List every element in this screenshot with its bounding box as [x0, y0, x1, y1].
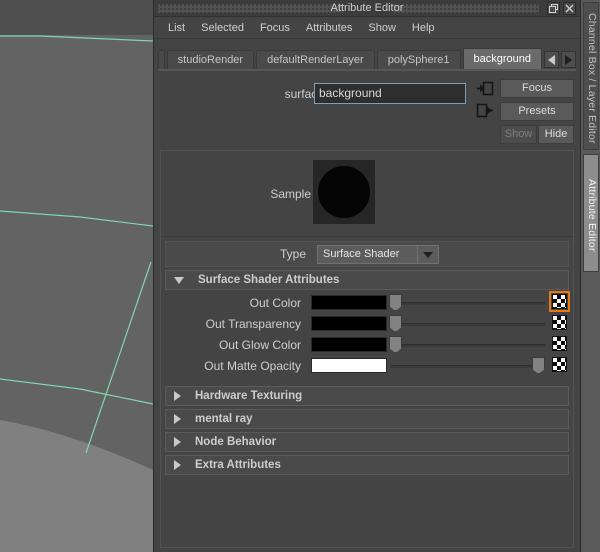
out-transparency-slider-handle[interactable] — [389, 315, 402, 332]
out-color-swatch[interactable] — [311, 295, 387, 310]
tab-studioRender[interactable]: studioRender — [166, 50, 255, 69]
sample-label: Sample — [270, 187, 311, 201]
attr-row-out-color: Out Color — [165, 291, 570, 312]
chevron-down-icon[interactable] — [417, 245, 439, 264]
3d-viewport[interactable] — [0, 0, 153, 552]
tab-scroll-controls — [544, 51, 576, 69]
node-name-input[interactable]: background — [314, 83, 466, 104]
sample-sphere-preview — [318, 166, 370, 218]
sample-block: Sample — [161, 151, 573, 237]
window-titlebar[interactable]: Attribute Editor — [154, 0, 580, 17]
checker-map-icon[interactable] — [552, 357, 567, 372]
app-root: Attribute Editor List Selected Focus Att… — [0, 0, 600, 552]
out-transparency-slider-track[interactable] — [391, 323, 545, 326]
tab-overflow-stub[interactable] — [158, 50, 165, 69]
menubar: List Selected Focus Attributes Show Help — [154, 17, 580, 39]
out-transparency-swatch[interactable] — [311, 316, 387, 331]
menu-item-selected[interactable]: Selected — [193, 20, 252, 36]
focus-button[interactable]: Focus — [500, 79, 574, 98]
menu-item-attributes[interactable]: Attributes — [298, 20, 360, 36]
attr-row-out-matte-opacity: Out Matte Opacity — [165, 356, 569, 375]
tab-background[interactable]: background — [462, 48, 542, 69]
section-node-behavior[interactable]: Node Behavior — [165, 432, 569, 452]
show-button[interactable]: Show — [500, 125, 537, 144]
checker-map-icon[interactable] — [549, 291, 570, 312]
tab-polySphere1[interactable]: polySphere1 — [376, 50, 461, 69]
connection-input-icon[interactable] — [476, 81, 494, 97]
out-transparency-label: Out Transparency — [205, 317, 301, 331]
out-color-slider-track[interactable] — [391, 302, 545, 305]
connection-output-icon[interactable] — [476, 103, 494, 119]
hide-button[interactable]: Hide — [538, 125, 574, 144]
chevron-right-icon[interactable] — [561, 51, 576, 68]
section-title: Surface Shader Attributes — [198, 274, 340, 286]
section-title: Node Behavior — [195, 436, 277, 448]
out-matte-opacity-label: Out Matte Opacity — [204, 359, 301, 373]
presets-button[interactable]: Presets — [500, 102, 574, 121]
triangle-down-icon — [174, 276, 184, 284]
vertical-tab-attribute-editor[interactable]: Attribute Editor — [583, 154, 599, 272]
tab-defaultRenderLayer[interactable]: defaultRenderLayer — [256, 50, 375, 69]
section-title: mental ray — [195, 413, 253, 425]
menu-item-show[interactable]: Show — [360, 20, 404, 36]
triangle-right-icon — [174, 437, 181, 447]
section-title: Hardware Texturing — [195, 390, 303, 402]
section-surface-shader-attributes[interactable]: Surface Shader Attributes — [165, 270, 569, 290]
out-glow-color-label: Out Glow Color — [218, 338, 301, 352]
attr-row-out-glow-color: Out Glow Color — [165, 335, 569, 354]
out-color-slider-handle[interactable] — [389, 294, 402, 311]
viewport-wireframe — [0, 35, 153, 552]
section-extra-attributes[interactable]: Extra Attributes — [165, 455, 569, 475]
section-hardware-texturing[interactable]: Hardware Texturing — [165, 386, 569, 406]
out-matte-opacity-slider-track[interactable] — [391, 365, 545, 368]
out-matte-opacity-slider-handle[interactable] — [532, 357, 545, 374]
menu-item-focus[interactable]: Focus — [252, 20, 298, 36]
window-title: Attribute Editor — [330, 2, 404, 14]
out-glow-color-slider-handle[interactable] — [389, 336, 402, 353]
attribute-content-panel: Sample Type Surface Shader Surface Shade… — [160, 150, 574, 548]
attr-row-out-transparency: Out Transparency — [165, 314, 569, 333]
close-icon[interactable] — [563, 2, 576, 15]
out-matte-opacity-swatch[interactable] — [311, 358, 387, 373]
out-color-label: Out Color — [249, 296, 301, 310]
type-label: Type — [279, 247, 306, 261]
out-glow-color-slider-track[interactable] — [391, 344, 545, 347]
triangle-right-icon — [174, 391, 181, 401]
section-mental-ray[interactable]: mental ray — [165, 409, 569, 429]
menu-item-help[interactable]: Help — [404, 20, 443, 36]
triangle-right-icon — [174, 460, 181, 470]
restore-icon[interactable] — [547, 2, 560, 15]
vertical-tab-channel-box[interactable]: Channel Box / Layer Editor — [583, 2, 599, 150]
attribute-editor-window: Attribute Editor List Selected Focus Att… — [153, 0, 581, 552]
sample-swatch[interactable] — [313, 160, 375, 224]
type-row: Type Surface Shader — [165, 241, 569, 267]
checker-map-icon[interactable] — [552, 336, 567, 351]
triangle-right-icon — [174, 414, 181, 424]
checker-map-icon[interactable] — [552, 315, 567, 330]
node-tab-bar: studioRender defaultRenderLayer polySphe… — [158, 45, 576, 69]
out-glow-color-swatch[interactable] — [311, 337, 387, 352]
surface-shader-attribute-rows: Out Color Out Transparency Out Glow Colo… — [165, 290, 570, 380]
type-dropdown[interactable]: Surface Shader — [317, 245, 427, 264]
node-name-row: surfaceShader: background Focus Presets … — [154, 71, 580, 144]
right-dock-strip: Channel Box / Layer Editor Attribute Edi… — [581, 0, 600, 552]
chevron-left-icon[interactable] — [544, 51, 559, 68]
section-title: Extra Attributes — [195, 459, 281, 471]
menu-item-list[interactable]: List — [160, 20, 193, 36]
